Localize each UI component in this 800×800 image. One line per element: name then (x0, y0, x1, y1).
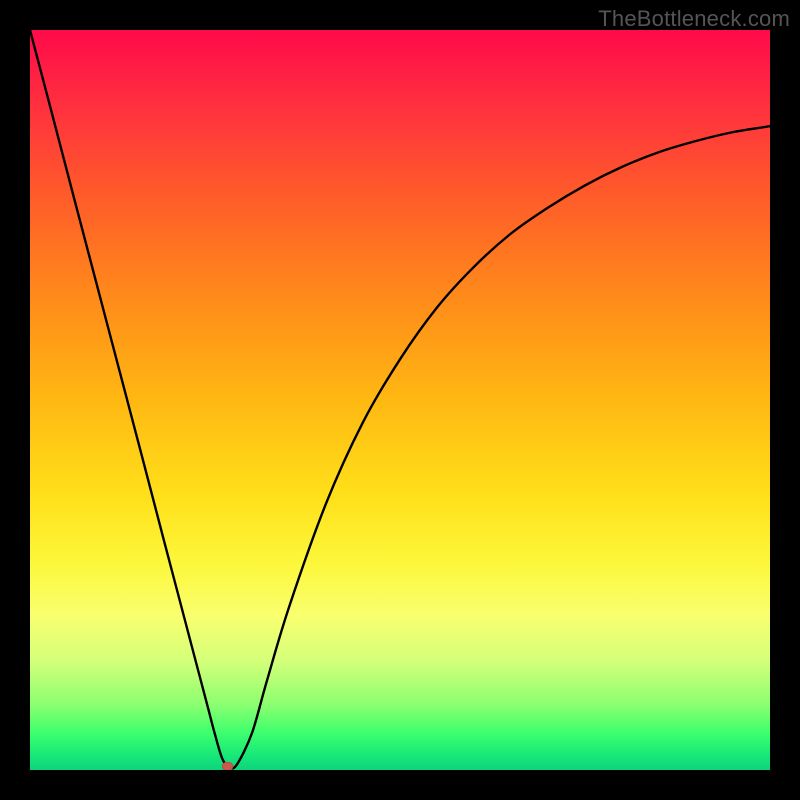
watermark-text: TheBottleneck.com (598, 6, 790, 32)
plot-area (30, 30, 770, 770)
